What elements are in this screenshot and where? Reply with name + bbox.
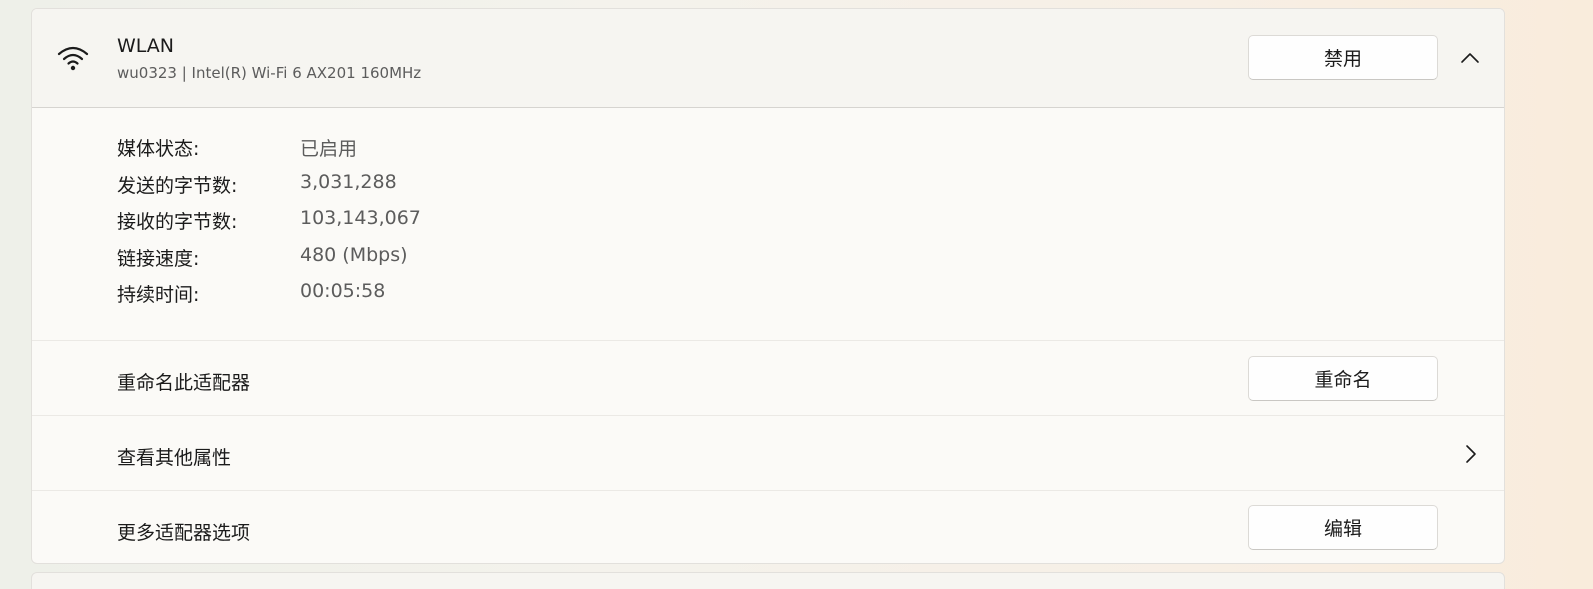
adapter-header[interactable]: WLAN wu0323 | Intel(R) Wi-Fi 6 AX201 160… bbox=[32, 9, 1504, 108]
detail-value: 480 (Mbps) bbox=[300, 243, 408, 266]
wifi-icon bbox=[57, 44, 89, 72]
detail-value: 103,143,067 bbox=[300, 207, 421, 229]
detail-label: 接收的字节数: bbox=[117, 211, 238, 233]
disable-button[interactable]: 禁用 bbox=[1248, 35, 1438, 80]
chevron-up-icon[interactable] bbox=[1458, 47, 1482, 71]
detail-label: 媒体状态: bbox=[117, 138, 200, 160]
more-adapter-options-label: 更多适配器选项 bbox=[117, 522, 251, 544]
detail-value: 00:05:58 bbox=[300, 280, 386, 302]
adapter-description: wu0323 | Intel(R) Wi-Fi 6 AX201 160MHz bbox=[117, 64, 422, 82]
adapter-name: WLAN bbox=[117, 35, 175, 57]
rename-adapter-label: 重命名此适配器 bbox=[117, 372, 251, 394]
view-properties-label: 查看其他属性 bbox=[117, 447, 232, 469]
rename-button[interactable]: 重命名 bbox=[1248, 356, 1438, 401]
adapter-card: WLAN wu0323 | Intel(R) Wi-Fi 6 AX201 160… bbox=[31, 8, 1505, 564]
detail-value: 3,031,288 bbox=[300, 170, 397, 193]
view-properties-row[interactable]: 查看其他属性 bbox=[32, 415, 1504, 490]
rename-adapter-row: 重命名此适配器 重命名 bbox=[32, 340, 1504, 415]
more-adapter-options-row: 更多适配器选项 编辑 bbox=[32, 490, 1504, 563]
chevron-right-icon[interactable] bbox=[1458, 442, 1482, 466]
detail-value: 已启用 bbox=[300, 138, 358, 160]
detail-label: 持续时间: bbox=[117, 284, 200, 306]
detail-label: 发送的字节数: bbox=[117, 174, 238, 197]
next-adapter-card[interactable] bbox=[31, 572, 1505, 589]
edit-button[interactable]: 编辑 bbox=[1248, 505, 1438, 550]
detail-label: 链接速度: bbox=[117, 247, 200, 270]
